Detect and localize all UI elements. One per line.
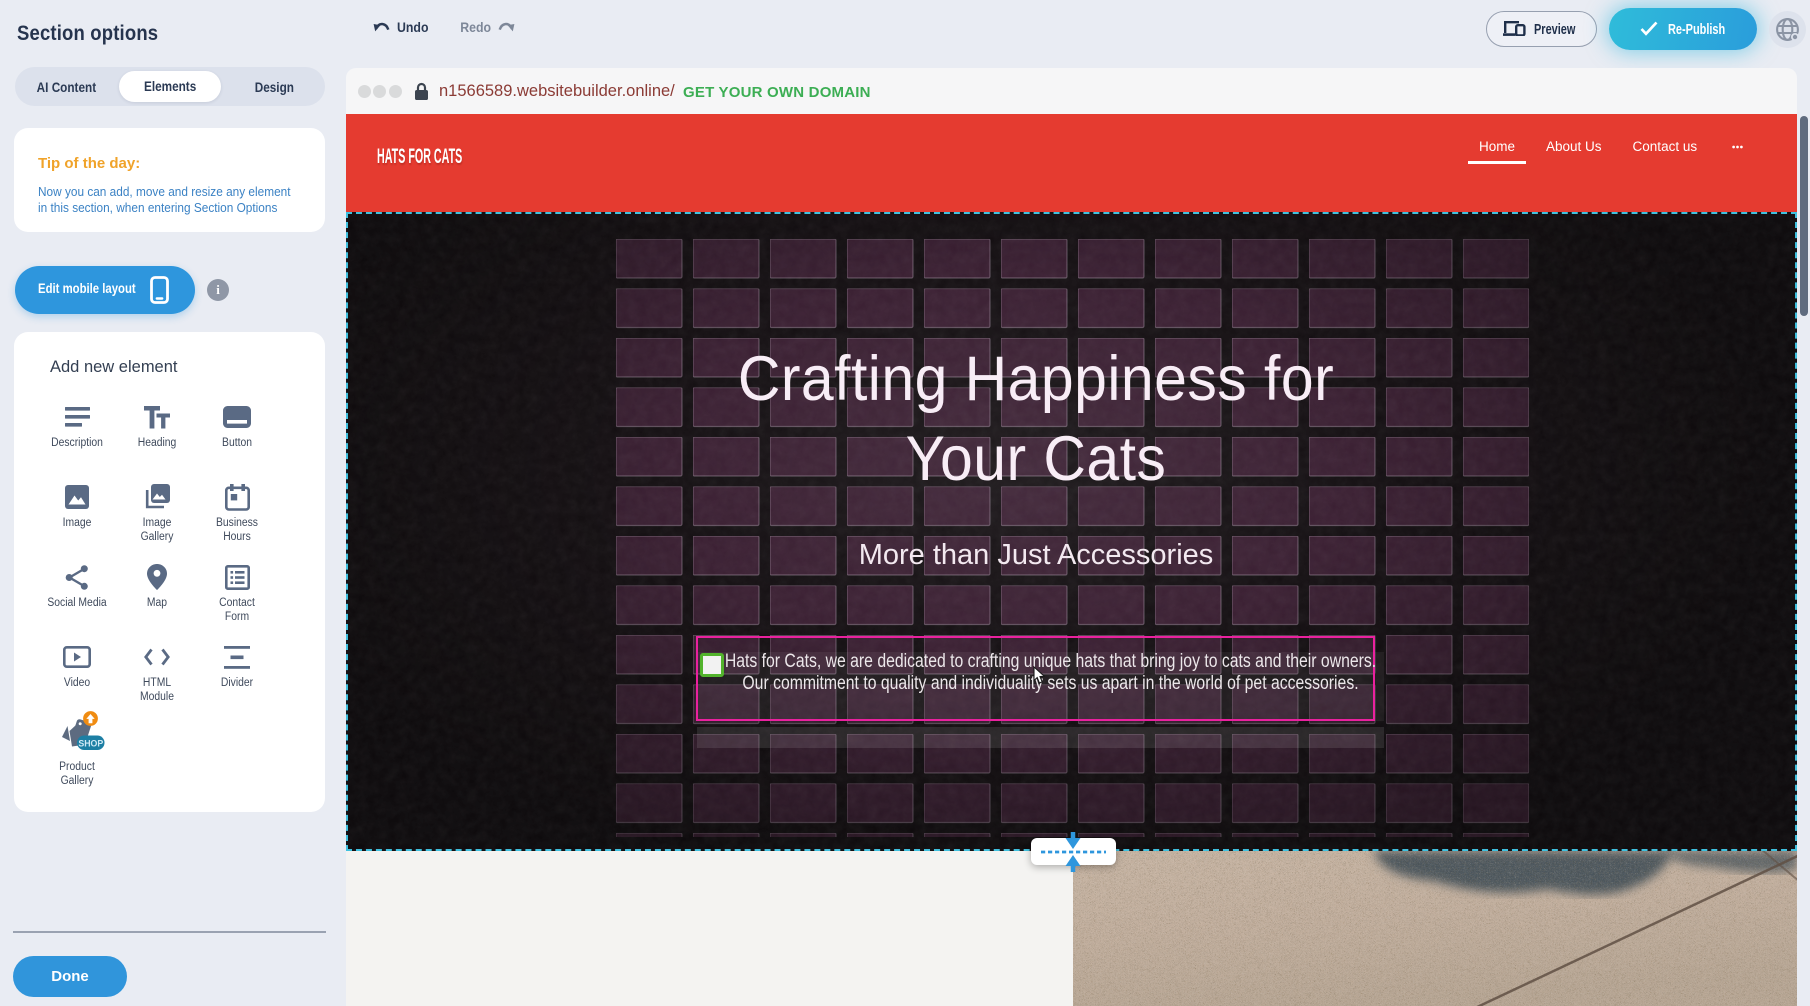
- svg-text:SHOP: SHOP: [78, 738, 103, 748]
